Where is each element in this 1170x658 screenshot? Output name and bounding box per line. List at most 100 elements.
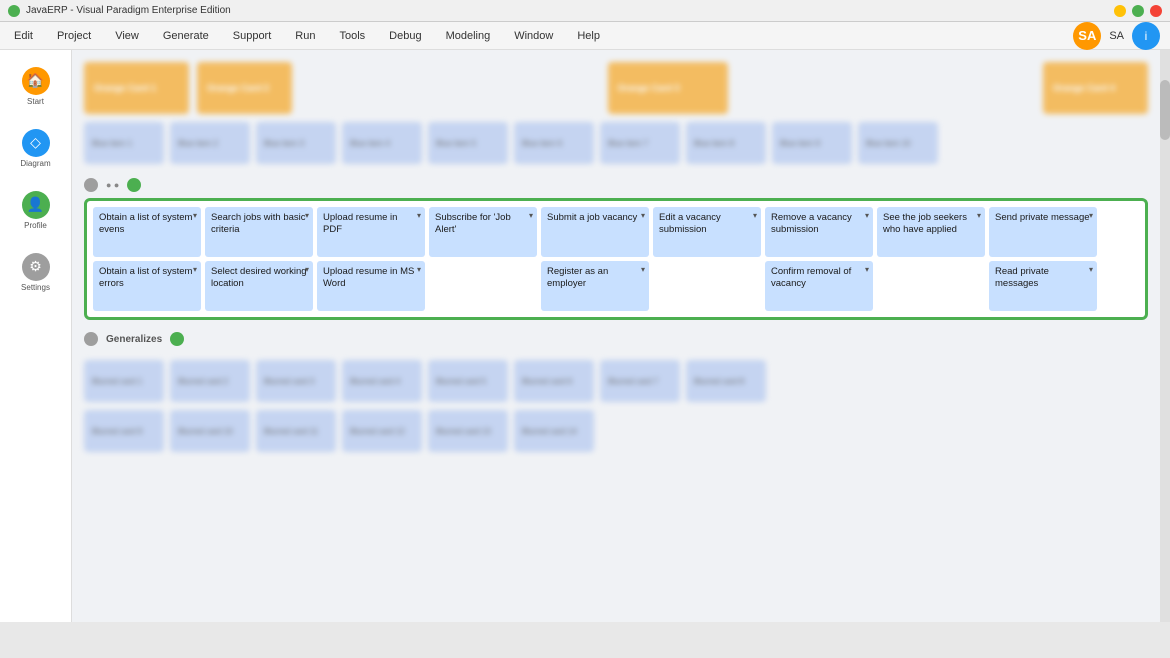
bottom-blue-cards-2: Blurred card 9 Blurred card 10 Blurred c… (84, 410, 1148, 452)
divider-green-dot (127, 178, 141, 192)
blue-card-3: Blue item 3 (256, 122, 336, 164)
blue-card-10: Blue item 10 (858, 122, 938, 164)
bottom-card-12: Blurred card 12 (342, 410, 422, 452)
cell-upload-msword[interactable]: Upload resume in MS Word ▾ (317, 261, 425, 311)
cell-text-read-private: Read private messages (995, 266, 1091, 291)
scrollbar-thumb[interactable] (1160, 80, 1170, 140)
sidebar: 🏠 Start ◇ Diagram 👤 Profile ⚙ Settings (0, 50, 72, 622)
menu-edit[interactable]: Edit (10, 28, 37, 44)
profile-icon: 👤 (22, 191, 50, 219)
divider-dot-1 (84, 178, 98, 192)
bottom-card-4: Blurred card 4 (342, 360, 422, 402)
bottom-card-11: Blurred card 11 (256, 410, 336, 452)
minimize-button[interactable] (1114, 5, 1126, 17)
menu-modeling[interactable]: Modeling (442, 28, 495, 44)
cell-text-confirm-removal: Confirm removal of vacancy (771, 266, 867, 291)
cell-read-private[interactable]: Read private messages ▾ (989, 261, 1097, 311)
cell-send-private[interactable]: Send private message ▾ (989, 207, 1097, 257)
menu-support[interactable]: Support (229, 28, 276, 44)
arrow-icon-0-0: ▾ (193, 211, 197, 221)
user-avatar[interactable]: SA (1073, 22, 1101, 50)
menu-bar: Edit Project View Generate Support Run T… (0, 22, 1170, 50)
cell-text-remove-vacancy: Remove a vacancy submission (771, 212, 867, 237)
sidebar-item-home[interactable]: 🏠 Start (8, 60, 64, 112)
cell-obtain-list-evens[interactable]: Obtain a list of system evens ▾ (93, 207, 201, 257)
arrow-icon-0-6: ▾ (865, 211, 869, 221)
sidebar-label-home: Start (27, 97, 44, 106)
app-title: JavaERP - Visual Paradigm Enterprise Edi… (26, 5, 231, 16)
cell-empty-3 (877, 261, 985, 311)
cell-text-edit-vacancy: Edit a vacancy submission (659, 212, 755, 237)
close-button[interactable] (1150, 5, 1162, 17)
arrow-icon-0-1: ▾ (305, 211, 309, 221)
bottom-card-5: Blurred card 5 (428, 360, 508, 402)
blue-card-4: Blue item 4 (342, 122, 422, 164)
arrow-icon-1-1: ▾ (305, 265, 309, 275)
blurred-bottom-section: Blurred card 1 Blurred card 2 Blurred ca… (84, 360, 1148, 452)
cell-subscribe-job-alert[interactable]: Subscribe for 'Job Alert' ▾ (429, 207, 537, 257)
arrow-icon-0-4: ▾ (641, 211, 645, 221)
divider-label-2: Generalizes (106, 334, 162, 345)
blue-card-9: Blue item 9 (772, 122, 852, 164)
cell-text-obtain-list-evens: Obtain a list of system evens (99, 212, 195, 237)
cell-edit-vacancy[interactable]: Edit a vacancy submission ▾ (653, 207, 761, 257)
section-divider-1: ● ● (84, 178, 1148, 192)
app-logo (8, 5, 20, 17)
bottom-card-8: Blurred card 8 (686, 360, 766, 402)
blue-card-6: Blue item 6 (514, 122, 594, 164)
menu-view[interactable]: View (111, 28, 143, 44)
divider-dot-2 (84, 332, 98, 346)
blue-card-1: Blue item 1 (84, 122, 164, 164)
arrow-icon-1-0: ▾ (193, 265, 197, 275)
bottom-card-13: Blurred card 13 (428, 410, 508, 452)
cell-text-see-seekers: See the job seekers who have applied (883, 212, 979, 237)
sidebar-label-profile: Profile (24, 221, 47, 230)
cell-text-select-location: Select desired working location (211, 266, 307, 291)
menu-run[interactable]: Run (291, 28, 319, 44)
blue-card-2: Blue item 2 (170, 122, 250, 164)
sidebar-label-diagram: Diagram (20, 159, 50, 168)
gear-icon: ⚙ (22, 253, 50, 281)
diagram-icon: ◇ (22, 129, 50, 157)
cell-upload-pdf[interactable]: Upload resume in PDF ▾ (317, 207, 425, 257)
bottom-card-9: Blurred card 9 (84, 410, 164, 452)
sidebar-item-diagram[interactable]: ◇ Diagram (8, 122, 64, 174)
section-divider-2: Generalizes (84, 332, 1148, 346)
cell-select-location[interactable]: Select desired working location ▾ (205, 261, 313, 311)
bottom-card-6: Blurred card 6 (514, 360, 594, 402)
cell-text-upload-pdf: Upload resume in PDF (323, 212, 419, 237)
menu-generate[interactable]: Generate (159, 28, 213, 44)
cell-confirm-removal[interactable]: Confirm removal of vacancy ▾ (765, 261, 873, 311)
grid-row-2: Obtain a list of system errors ▾ Select … (93, 261, 1139, 311)
bottom-card-10: Blurred card 10 (170, 410, 250, 452)
cell-remove-vacancy[interactable]: Remove a vacancy submission ▾ (765, 207, 873, 257)
cell-see-job-seekers[interactable]: See the job seekers who have applied ▾ (877, 207, 985, 257)
scrollbar-track[interactable] (1160, 50, 1170, 622)
bottom-card-2: Blurred card 2 (170, 360, 250, 402)
menu-help[interactable]: Help (573, 28, 604, 44)
blue-card-5: Blue item 5 (428, 122, 508, 164)
menu-project[interactable]: Project (53, 28, 95, 44)
orange-card-1: Orange Card 1 (84, 62, 189, 114)
home-icon: 🏠 (22, 67, 50, 95)
bottom-card-14: Blurred card 14 (514, 410, 594, 452)
menu-debug[interactable]: Debug (385, 28, 425, 44)
user-name-label: SA (1109, 30, 1124, 42)
maximize-button[interactable] (1132, 5, 1144, 17)
sidebar-item-profile[interactable]: 👤 Profile (8, 184, 64, 236)
cell-search-jobs[interactable]: Search jobs with basic criteria ▾ (205, 207, 313, 257)
cell-register-employer[interactable]: Register as an employer ▾ (541, 261, 649, 311)
menu-tools[interactable]: Tools (335, 28, 369, 44)
blue-card-7: Blue item 7 (600, 122, 680, 164)
sidebar-label-settings: Settings (21, 283, 50, 292)
cell-submit-vacancy[interactable]: Submit a job vacancy ▾ (541, 207, 649, 257)
sidebar-item-settings[interactable]: ⚙ Settings (8, 246, 64, 298)
cell-obtain-list-errors[interactable]: Obtain a list of system errors ▾ (93, 261, 201, 311)
cell-text-obtain-errors: Obtain a list of system errors (99, 266, 195, 291)
cell-text-search-jobs: Search jobs with basic criteria (211, 212, 307, 237)
menu-window[interactable]: Window (510, 28, 557, 44)
info-icon[interactable]: i (1132, 22, 1160, 50)
arrow-icon-1-6: ▾ (865, 265, 869, 275)
cell-text-register: Register as an employer (547, 266, 643, 291)
bottom-card-3: Blurred card 3 (256, 360, 336, 402)
